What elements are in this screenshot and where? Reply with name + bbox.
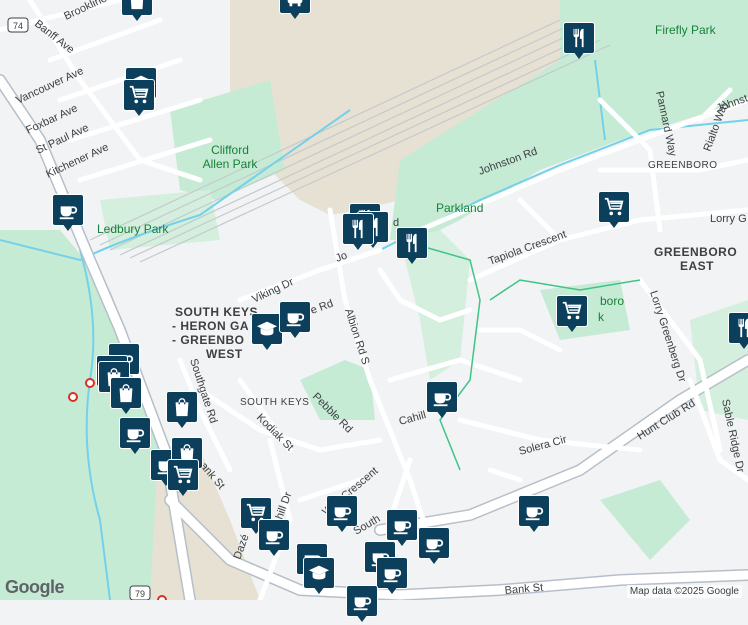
pin-tail xyxy=(356,614,368,622)
svg-text:Clifford: Clifford xyxy=(211,143,249,157)
label-ledbury-park: Ledbury Park xyxy=(97,222,169,236)
poi-pin-cafe[interactable] xyxy=(52,194,84,234)
pin-tail xyxy=(268,548,280,556)
svg-text:74: 74 xyxy=(13,21,23,31)
label-boro: boro xyxy=(600,294,624,308)
pin-tail xyxy=(738,341,748,349)
cafe-icon xyxy=(346,585,378,617)
pin-tail xyxy=(608,220,620,228)
cafe-icon xyxy=(326,495,358,527)
pin-tail xyxy=(566,324,578,332)
route-74-shield: 74 xyxy=(7,17,29,33)
grocery-cart-icon xyxy=(598,191,630,223)
label-south-keys-3: - GREENBO xyxy=(172,333,245,347)
pin-tail xyxy=(313,586,325,594)
label-greenboro: GREENBORO xyxy=(648,160,718,171)
label-k: k xyxy=(598,310,605,324)
restaurant-icon xyxy=(396,227,428,259)
pin-tail xyxy=(428,556,440,564)
poi-pin-cafe[interactable] xyxy=(326,495,358,535)
restaurant-icon xyxy=(728,312,748,344)
poi-pin-restaurant[interactable] xyxy=(342,213,374,253)
grocery-cart-icon xyxy=(556,295,588,327)
cafe-icon xyxy=(119,417,151,449)
poi-pin-bus-stop[interactable] xyxy=(279,0,311,22)
label-firefly-park: Firefly Park xyxy=(655,23,717,37)
label-lorry-g: Lorry G xyxy=(710,213,747,225)
label-south-keys-1: SOUTH KEYS xyxy=(175,305,258,319)
poi-pin-shopping-bag[interactable] xyxy=(166,391,198,431)
restaurant-icon xyxy=(563,22,595,54)
cafe-icon xyxy=(518,495,550,527)
pin-tail xyxy=(436,410,448,418)
map-attribution[interactable]: Map data ©2025 Google xyxy=(626,585,742,598)
poi-pin-cafe[interactable] xyxy=(376,557,408,597)
cafe-icon xyxy=(376,557,408,589)
transit-stop-marker[interactable] xyxy=(68,392,78,402)
label-parkland: Parkland xyxy=(436,201,483,215)
route-79-shield: 79 xyxy=(129,585,151,600)
poi-pin-education[interactable] xyxy=(303,557,335,597)
pin-tail xyxy=(131,13,143,21)
restaurant-icon xyxy=(342,213,374,245)
pin-tail xyxy=(129,446,141,454)
pin-tail xyxy=(336,524,348,532)
svg-text:79: 79 xyxy=(135,589,145,599)
cafe-icon xyxy=(426,381,458,413)
poi-pin-grocery-cart[interactable] xyxy=(556,295,588,335)
poi-pin-grocery-cart[interactable] xyxy=(598,191,630,231)
poi-pin-cafe[interactable] xyxy=(119,417,151,457)
google-logo: Google xyxy=(5,577,65,597)
transit-stop-marker[interactable] xyxy=(157,595,167,600)
pin-tail xyxy=(177,488,189,496)
pin-tail xyxy=(120,406,132,414)
grocery-cart-icon xyxy=(123,79,155,111)
poi-pin-grocery-cart[interactable] xyxy=(167,459,199,499)
cafe-icon xyxy=(52,194,84,226)
pin-tail xyxy=(352,242,364,250)
poi-pin-cafe[interactable] xyxy=(426,381,458,421)
poi-pin-restaurant[interactable] xyxy=(563,22,595,62)
pin-tail xyxy=(386,586,398,594)
poi-pin-cafe[interactable] xyxy=(518,495,550,535)
shopping-bag-icon xyxy=(110,377,142,409)
poi-pin-restaurant[interactable] xyxy=(728,312,748,352)
pin-tail xyxy=(406,256,418,264)
park-ledbury xyxy=(100,190,220,250)
poi-pin-shopping-bag[interactable] xyxy=(121,0,153,24)
label-south-keys-street: SOUTH KEYS xyxy=(240,397,309,408)
grocery-cart-icon xyxy=(167,459,199,491)
poi-pin-cafe[interactable] xyxy=(418,527,450,567)
poi-pin-restaurant[interactable] xyxy=(396,227,428,267)
label-south-keys-2: - HERON GA xyxy=(172,319,249,333)
pin-tail xyxy=(528,524,540,532)
poi-pin-grocery-cart[interactable] xyxy=(123,79,155,119)
pin-tail xyxy=(261,342,273,350)
label-greenboro-east-1: GREENBORO xyxy=(654,245,737,259)
pin-tail xyxy=(289,330,301,338)
cafe-icon xyxy=(418,527,450,559)
education-icon xyxy=(303,557,335,589)
pin-tail xyxy=(133,108,145,116)
label-south-keys-4: WEST xyxy=(206,347,243,361)
transit-stop-marker[interactable] xyxy=(85,378,95,388)
svg-text:Allen Park: Allen Park xyxy=(203,157,259,171)
shopping-bag-icon xyxy=(166,391,198,423)
poi-pin-cafe[interactable] xyxy=(258,519,290,559)
pin-tail xyxy=(62,223,74,231)
map-canvas[interactable]: 74 79 Firefly Park Clifford Allen Park L… xyxy=(0,0,748,600)
cafe-icon xyxy=(279,301,311,333)
poi-pin-shopping-bag[interactable] xyxy=(110,377,142,417)
pin-tail xyxy=(289,11,301,19)
cafe-icon xyxy=(258,519,290,551)
pin-tail xyxy=(176,420,188,428)
poi-pin-cafe[interactable] xyxy=(279,301,311,341)
pin-tail xyxy=(573,51,585,59)
label-greenboro-east-2: EAST xyxy=(680,259,714,273)
cafe-icon xyxy=(386,509,418,541)
pin-tail xyxy=(396,538,408,546)
poi-pin-cafe[interactable] xyxy=(346,585,378,625)
